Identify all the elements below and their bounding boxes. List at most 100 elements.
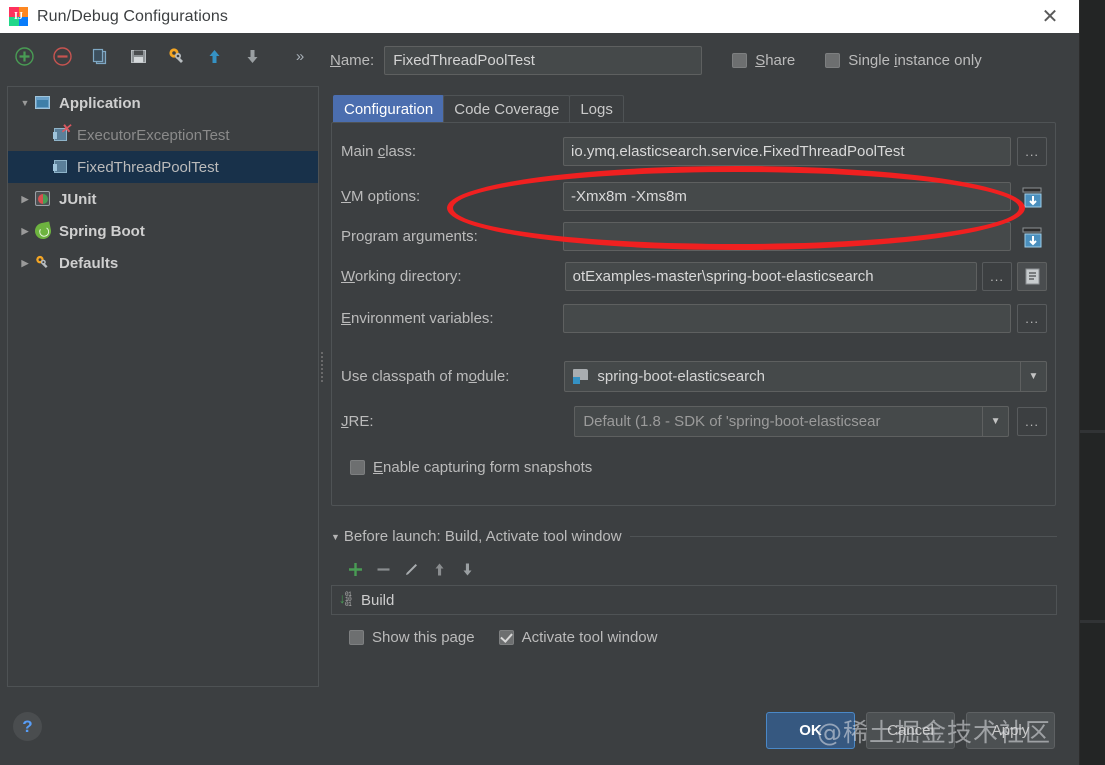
- tree-item-executorexceptiontest[interactable]: ✕ ExecutorExceptionTest: [8, 119, 318, 151]
- program-arguments-label: Program arguments:: [341, 228, 478, 245]
- module-combobox[interactable]: spring-boot-elasticsearch ▼: [564, 361, 1047, 392]
- ok-button[interactable]: OK: [766, 712, 855, 749]
- environment-variables-browse-button[interactable]: ...: [1017, 304, 1047, 333]
- program-arguments-row: Program arguments:: [341, 222, 1047, 251]
- main-class-input[interactable]: io.ymq.elasticsearch.service.FixedThread…: [563, 137, 1012, 166]
- show-this-page-checkbox[interactable]: [349, 630, 364, 645]
- enable-form-snapshots-row[interactable]: Enable capturing form snapshots: [350, 459, 592, 476]
- expand-editor-icon[interactable]: [1017, 182, 1047, 211]
- use-classpath-row: Use classpath of module: spring-boot-ela…: [341, 361, 1047, 392]
- share-label: Share: [755, 52, 796, 69]
- before-launch-options: Show this page Activate tool window: [331, 629, 1057, 646]
- working-directory-input[interactable]: otExamples-master\spring-boot-elasticsea…: [564, 262, 978, 291]
- tree-item-application[interactable]: ▼ Application: [8, 87, 318, 119]
- share-checkbox-row[interactable]: Share: [732, 52, 795, 69]
- environment-variables-row: Environment variables: ...: [341, 304, 1047, 333]
- environment-variables-input[interactable]: [563, 304, 1012, 333]
- tree-item-junit[interactable]: ▶ JUnit: [8, 183, 318, 215]
- move-up-button[interactable]: [201, 43, 228, 70]
- chevron-down-icon[interactable]: ▼: [16, 98, 34, 108]
- before-launch-section: ▼ Before launch: Build, Activate tool wi…: [331, 528, 1057, 646]
- main-class-label: Main class:: [341, 143, 417, 160]
- single-instance-checkbox[interactable]: [825, 53, 841, 68]
- program-arguments-input[interactable]: [563, 222, 1012, 251]
- edit-task-button[interactable]: [397, 557, 425, 581]
- toolbar-overflow-button[interactable]: »: [286, 43, 313, 70]
- tree-item-label: FixedThreadPoolTest: [77, 158, 219, 176]
- working-directory-label: Working directory:: [341, 268, 462, 285]
- close-icon[interactable]: ✕: [1021, 0, 1079, 33]
- apply-button[interactable]: Apply: [966, 712, 1055, 749]
- configuration-panel: Main class: io.ymq.elasticsearch.service…: [331, 122, 1056, 506]
- tab-configuration[interactable]: Configuration: [333, 95, 445, 124]
- chevron-down-icon[interactable]: ▼: [1020, 362, 1046, 391]
- expand-editor-icon[interactable]: [1017, 222, 1047, 251]
- enable-form-snapshots-label: Enable capturing form snapshots: [373, 459, 593, 476]
- module-combobox-value: spring-boot-elasticsearch: [597, 368, 765, 385]
- background-strip: [1080, 430, 1105, 433]
- tree-item-fixedthreadpooltest[interactable]: FixedThreadPoolTest: [8, 151, 318, 183]
- junit-icon: [34, 191, 52, 207]
- before-launch-header[interactable]: ▼ Before launch: Build, Activate tool wi…: [331, 528, 1057, 545]
- add-task-button[interactable]: [341, 557, 369, 581]
- chevron-down-icon[interactable]: ▼: [331, 532, 340, 542]
- tree-item-label: ExecutorExceptionTest: [77, 126, 230, 144]
- move-task-up-button[interactable]: [425, 557, 453, 581]
- jre-row: JRE: Default (1.8 - SDK of 'spring-boot-…: [341, 406, 1047, 437]
- edit-templates-button[interactable]: [163, 43, 190, 70]
- background-strip: [1080, 620, 1105, 623]
- module-icon: [573, 369, 589, 384]
- tab-code-coverage[interactable]: Code Coverage: [443, 95, 571, 124]
- main-class-browse-button[interactable]: ...: [1017, 137, 1047, 166]
- jre-combobox[interactable]: Default (1.8 - SDK of 'spring-boot-elast…: [574, 406, 1010, 437]
- jre-browse-button[interactable]: ...: [1017, 407, 1047, 436]
- jre-combobox-value: Default (1.8 - SDK of 'spring-boot-elast…: [583, 413, 881, 430]
- cancel-button[interactable]: Cancel: [866, 712, 955, 749]
- working-directory-browse-button[interactable]: ...: [982, 262, 1013, 291]
- run-config-error-icon: ✕: [52, 122, 71, 143]
- dialog-titlebar: IJ Run/Debug Configurations ✕: [0, 0, 1079, 33]
- main-class-row: Main class: io.ymq.elasticsearch.service…: [341, 137, 1047, 166]
- copy-configuration-button[interactable]: [87, 43, 114, 70]
- intellij-idea-logo-icon: IJ: [9, 7, 28, 26]
- vm-options-row: VM options: -Xmx8m -Xms8m: [341, 182, 1047, 211]
- configurations-tree[interactable]: ▼ Application ✕ ExecutorExceptionTest Fi…: [7, 86, 319, 687]
- divider: [629, 536, 1057, 537]
- application-icon: [34, 95, 52, 111]
- vm-options-label: VM options:: [341, 188, 421, 205]
- help-button[interactable]: ?: [13, 712, 42, 741]
- name-row: Name: FixedThreadPoolTest Share Single i…: [330, 45, 982, 76]
- macro-list-icon[interactable]: [1017, 262, 1047, 291]
- single-instance-checkbox-row[interactable]: Single instance only: [825, 52, 982, 69]
- dialog-button-bar: OK Cancel Apply: [766, 712, 1055, 749]
- add-configuration-button[interactable]: [11, 43, 38, 70]
- tab-logs[interactable]: Logs: [569, 95, 624, 124]
- vm-options-input[interactable]: -Xmx8m -Xms8m: [563, 182, 1012, 211]
- chevron-right-icon[interactable]: ▶: [16, 258, 34, 269]
- use-classpath-label: Use classpath of module:: [341, 368, 510, 385]
- tree-item-label: Application: [59, 94, 141, 112]
- dialog-title: Run/Debug Configurations: [37, 7, 228, 25]
- show-this-page-label: Show this page: [372, 629, 475, 646]
- tree-item-defaults[interactable]: ▶ Defaults: [8, 247, 318, 279]
- remove-configuration-button[interactable]: [49, 43, 76, 70]
- panel-splitter-handle[interactable]: [320, 350, 325, 390]
- move-down-button[interactable]: [239, 43, 266, 70]
- activate-tool-window-row[interactable]: Activate tool window: [498, 629, 657, 646]
- chevron-down-icon[interactable]: ▼: [982, 407, 1008, 436]
- config-tabs: Configuration Code Coverage Logs: [333, 95, 624, 124]
- save-configuration-button[interactable]: [125, 43, 152, 70]
- chevron-right-icon[interactable]: ▶: [16, 194, 34, 205]
- show-this-page-row[interactable]: Show this page: [349, 629, 475, 646]
- configuration-name-input[interactable]: FixedThreadPoolTest: [384, 46, 703, 75]
- chevron-right-icon[interactable]: ▶: [16, 226, 34, 237]
- remove-task-button[interactable]: [369, 557, 397, 581]
- before-launch-task-row[interactable]: ↓ 01 10 01 Build: [331, 585, 1057, 615]
- tree-item-spring-boot[interactable]: ▶ Spring Boot: [8, 215, 318, 247]
- spring-boot-icon: [33, 221, 53, 241]
- enable-form-snapshots-checkbox[interactable]: [350, 460, 365, 475]
- share-checkbox[interactable]: [732, 53, 748, 68]
- activate-tool-window-checkbox[interactable]: [498, 630, 514, 645]
- tree-item-label: Defaults: [59, 254, 119, 272]
- move-task-down-button[interactable]: [453, 557, 481, 581]
